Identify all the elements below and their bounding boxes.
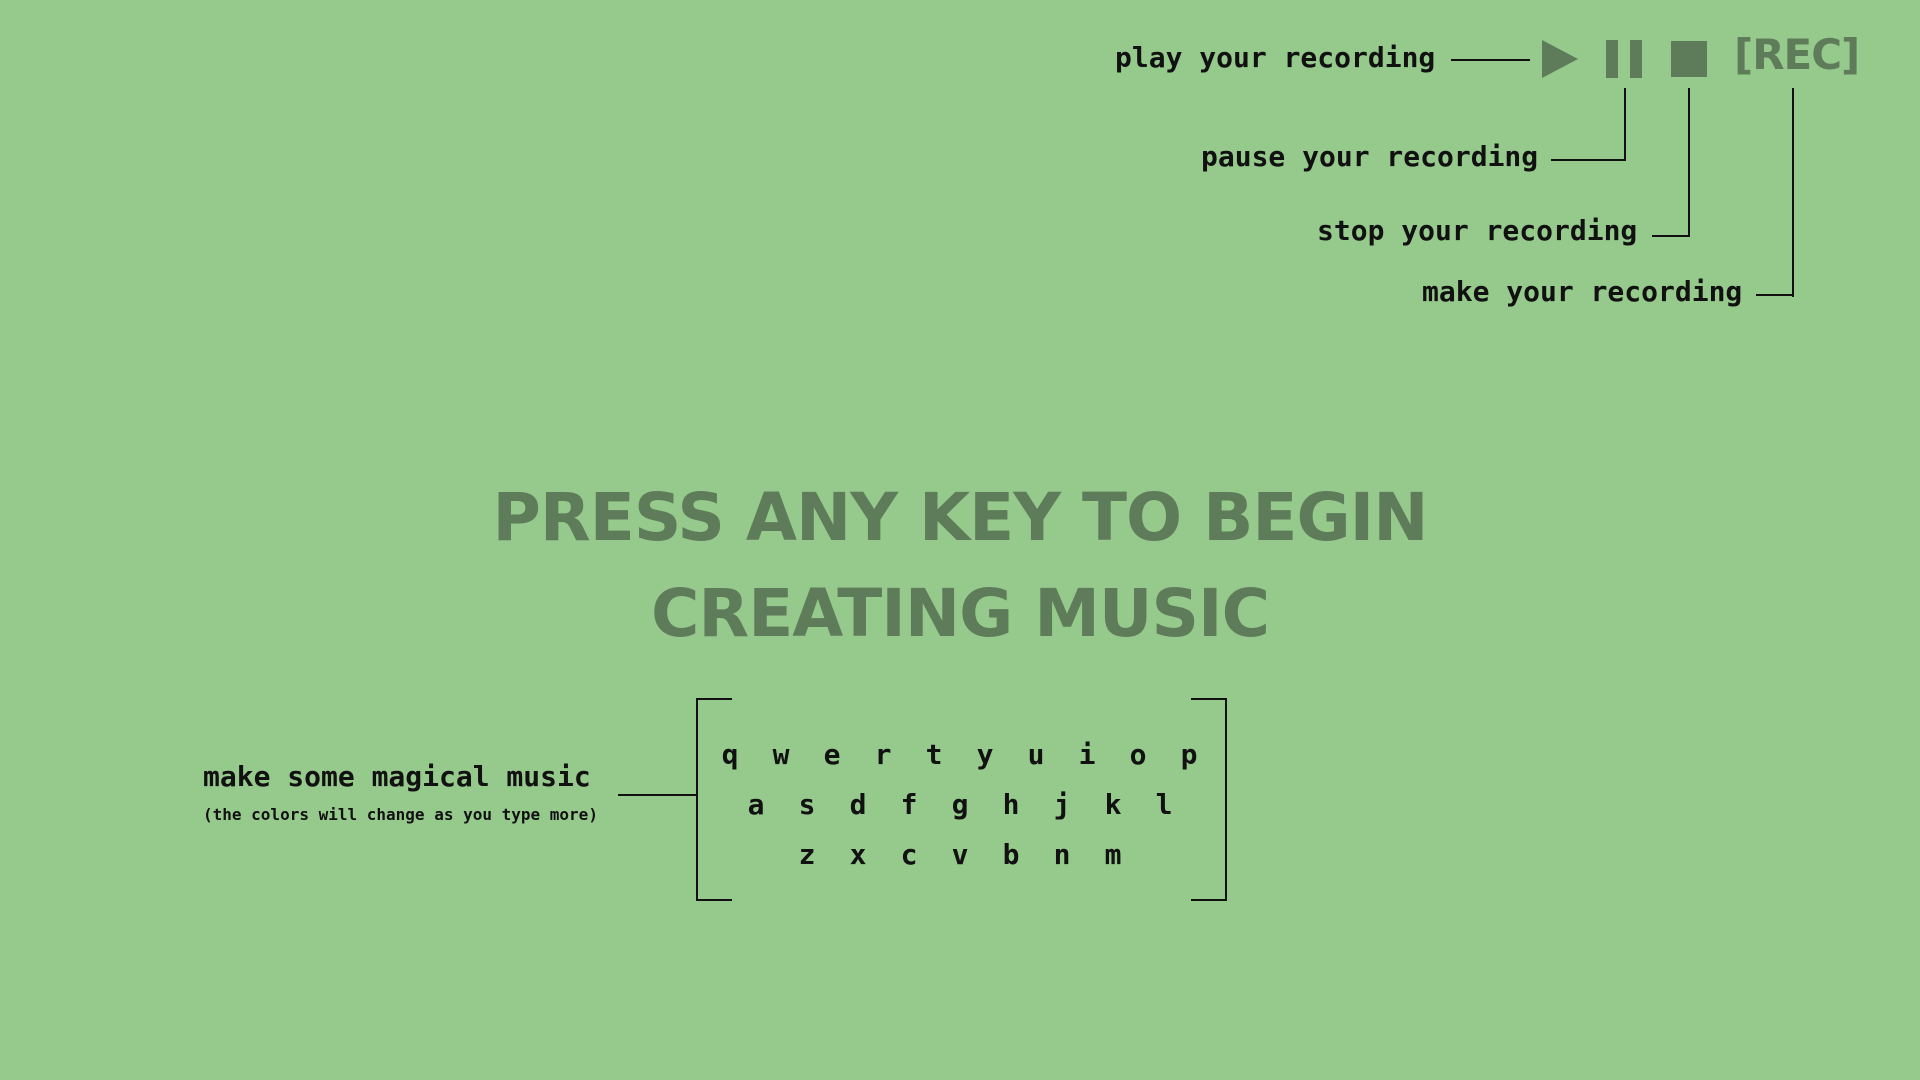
key-q[interactable]: q [710, 741, 750, 769]
key-k[interactable]: k [1093, 791, 1133, 819]
record-label: make your recording [1422, 275, 1743, 308]
key-u[interactable]: u [1016, 741, 1056, 769]
key-i[interactable]: i [1067, 741, 1107, 769]
key-n[interactable]: n [1042, 841, 1082, 869]
key-z[interactable]: z [787, 841, 827, 869]
hint-subtitle: (the colors will change as you type more… [203, 805, 598, 824]
pause-icon[interactable] [1606, 40, 1644, 78]
record-connector-vertical [1792, 88, 1794, 297]
headline: PRESS ANY KEY TO BEGIN CREATING MUSIC [0, 470, 1920, 662]
bracket-left-bottom [696, 899, 732, 901]
key-v[interactable]: v [940, 841, 980, 869]
key-t[interactable]: t [914, 741, 954, 769]
headline-line-1: PRESS ANY KEY TO BEGIN [492, 479, 1429, 556]
bracket-left-top [696, 698, 732, 700]
key-s[interactable]: s [787, 791, 827, 819]
key-w[interactable]: w [761, 741, 801, 769]
key-m[interactable]: m [1093, 841, 1133, 869]
key-g[interactable]: g [940, 791, 980, 819]
key-p[interactable]: p [1169, 741, 1209, 769]
record-button[interactable]: [REC] [1734, 34, 1860, 76]
key-o[interactable]: o [1118, 741, 1158, 769]
pause-connector-horizontal [1551, 159, 1626, 161]
key-j[interactable]: j [1042, 791, 1082, 819]
play-label: play your recording [1115, 41, 1436, 74]
bracket-right-bottom [1191, 899, 1227, 901]
stop-label: stop your recording [1317, 214, 1638, 247]
key-c[interactable]: c [889, 841, 929, 869]
bracket-right-vertical [1225, 698, 1227, 901]
headline-line-2: CREATING MUSIC [650, 575, 1270, 652]
bracket-left-vertical [696, 698, 698, 901]
pause-bar-left [1606, 40, 1618, 78]
play-connector [1451, 59, 1530, 61]
record-connector-horizontal [1756, 294, 1794, 296]
stop-connector-vertical [1688, 88, 1690, 237]
key-x[interactable]: x [838, 841, 878, 869]
stop-icon[interactable] [1671, 41, 1707, 77]
key-h[interactable]: h [991, 791, 1031, 819]
hint-connector [618, 794, 698, 796]
key-f[interactable]: f [889, 791, 929, 819]
bracket-right-top [1191, 698, 1227, 700]
key-y[interactable]: y [965, 741, 1005, 769]
key-a[interactable]: a [736, 791, 776, 819]
pause-label: pause your recording [1201, 140, 1539, 173]
hint-title: make some magical music [203, 760, 591, 793]
key-b[interactable]: b [991, 841, 1031, 869]
key-e[interactable]: e [812, 741, 852, 769]
stop-connector-horizontal [1652, 235, 1690, 237]
play-icon[interactable] [1542, 40, 1578, 78]
pause-bar-right [1630, 40, 1642, 78]
pause-connector-vertical [1624, 88, 1626, 161]
key-r[interactable]: r [863, 741, 903, 769]
key-l[interactable]: l [1144, 791, 1184, 819]
key-d[interactable]: d [838, 791, 878, 819]
